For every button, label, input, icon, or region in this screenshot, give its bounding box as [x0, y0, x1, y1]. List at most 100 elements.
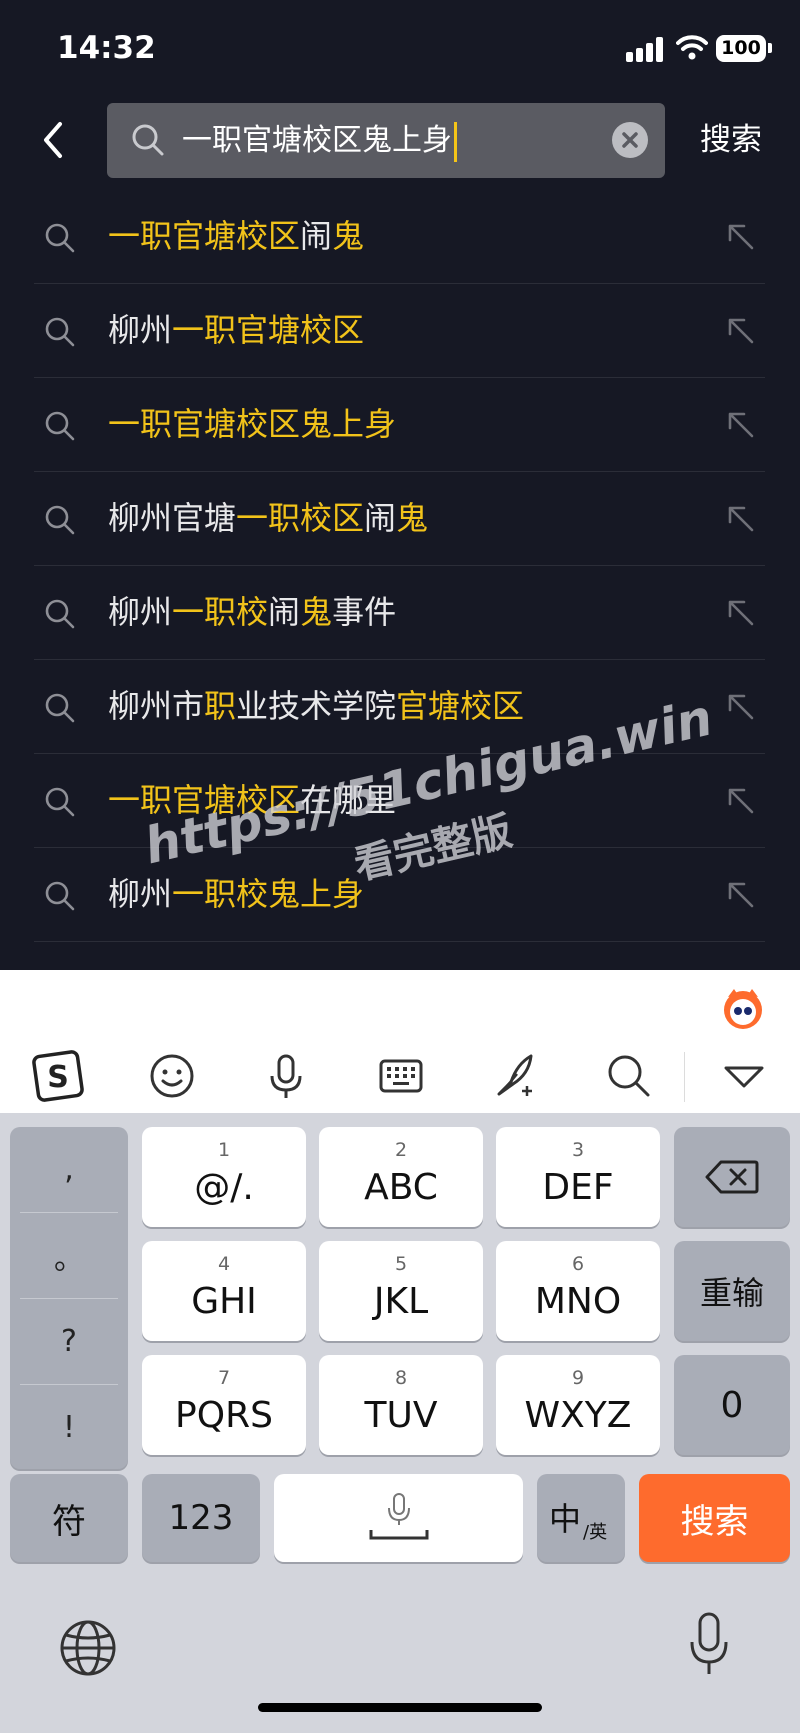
key-label: DEF [542, 1167, 614, 1208]
suggestion-highlight: 一职官塘校区 [108, 781, 301, 819]
wifi-icon [676, 35, 708, 60]
key-6[interactable]: 6 MNO [496, 1241, 660, 1341]
suggestion-item[interactable]: 柳州一职校闹鬼事件 [34, 566, 765, 660]
suggestion-text: 柳州一职官塘校区 [108, 284, 364, 377]
clear-button[interactable] [612, 122, 648, 158]
search-button[interactable]: 搜索 [700, 103, 762, 178]
suggestion-item[interactable]: 一职官塘校区在哪里 [34, 754, 765, 848]
suggestion-highlight: 鬼 [300, 593, 333, 631]
key-1[interactable]: 1 @/. [142, 1127, 306, 1227]
text-cursor [454, 121, 457, 162]
fill-query-arrow-icon[interactable] [726, 692, 756, 722]
fill-query-arrow-icon[interactable] [726, 880, 756, 910]
suggestion-highlight: 一职官塘校区 [172, 311, 365, 349]
handwriting-icon[interactable] [487, 1048, 543, 1104]
fill-query-arrow-icon[interactable] [726, 598, 756, 628]
suggestion-segment: 事件 [332, 593, 397, 631]
keyboard-toolbar: S [0, 970, 800, 1113]
suggestion-item[interactable]: 一职官塘校区鬼上身 [34, 378, 765, 472]
fill-query-arrow-icon[interactable] [726, 504, 756, 534]
reenter-key[interactable]: 重输 [674, 1241, 790, 1341]
key-7[interactable]: 7 PQRS [142, 1355, 306, 1455]
key-digit: 8 [394, 1367, 408, 1389]
punct-key-exclamation[interactable]: ! [10, 1385, 128, 1470]
suggestion-text: 柳州官塘一职校区闹鬼 [108, 472, 428, 565]
key-5[interactable]: 5 JKL [319, 1241, 483, 1341]
svg-text:S: S [47, 1060, 69, 1095]
key-3[interactable]: 3 DEF [496, 1127, 660, 1227]
key-label: MNO [534, 1281, 622, 1322]
key-label: @/. [194, 1167, 254, 1208]
symbols-key[interactable]: 符 [10, 1474, 128, 1562]
suggestion-highlight: 鬼 [332, 217, 365, 255]
key-0[interactable]: 0 [674, 1355, 790, 1455]
punct-key-period[interactable]: 。 [10, 1213, 128, 1298]
key-digit: 3 [571, 1139, 585, 1161]
reenter-label: 重输 [699, 1274, 764, 1312]
punct-key-comma[interactable]: , [10, 1127, 128, 1212]
back-chevron-icon[interactable] [38, 118, 68, 162]
suggestion-segment: 业技术学院 [236, 687, 397, 725]
suggestion-text: 一职官塘校区在哪里 [108, 754, 396, 847]
suggestion-segment: 柳州 [108, 593, 173, 631]
key-label: PQRS [175, 1395, 273, 1436]
key-digit: 7 [217, 1367, 231, 1389]
suggestion-highlight: 一职校区 [236, 499, 365, 537]
key-4[interactable]: 4 GHI [142, 1241, 306, 1341]
suggestion-text: 一职官塘校区鬼上身 [108, 378, 396, 471]
key-label: ABC [364, 1167, 438, 1208]
suggestion-segment: 柳州市 [108, 687, 205, 725]
search-icon [45, 317, 75, 347]
key-digit: 4 [217, 1253, 231, 1275]
language-switch-key[interactable]: 中 /英 [537, 1474, 625, 1562]
battery-indicator: 100 [716, 35, 766, 62]
key-2[interactable]: 2 ABC [319, 1127, 483, 1227]
punctuation-column: , 。 ? ! [10, 1127, 128, 1469]
suggestion-item[interactable]: 柳州官塘一职校区闹鬼 [34, 472, 765, 566]
key-digit: 5 [394, 1253, 408, 1275]
numbers-key[interactable]: 123 [142, 1474, 260, 1562]
fill-query-arrow-icon[interactable] [726, 786, 756, 816]
globe-icon[interactable] [58, 1618, 118, 1678]
space-key[interactable] [274, 1474, 523, 1562]
keyboard-search-key[interactable]: 搜索 [639, 1474, 790, 1562]
status-time: 14:32 [57, 30, 156, 66]
emoji-icon[interactable] [144, 1048, 200, 1104]
search-icon[interactable] [601, 1048, 657, 1104]
fill-query-arrow-icon[interactable] [726, 222, 756, 252]
punct-key-question[interactable]: ? [10, 1299, 128, 1384]
suggestion-highlight: 职 [204, 687, 237, 725]
home-indicator[interactable] [258, 1703, 542, 1712]
search-icon [45, 599, 75, 629]
collapse-icon[interactable] [716, 1048, 772, 1104]
suggestion-item[interactable]: 一职官塘校区闹鬼 [34, 190, 765, 284]
space-microphone-icon [369, 1493, 429, 1540]
search-icon [45, 505, 75, 535]
keyboard: S , 。 ? ! 1 @/. 2 ABC 3 DEF 4 GHI 5 JKL … [0, 970, 800, 1733]
suggestion-item[interactable]: 柳州市职业技术学院官塘校区 [34, 660, 765, 754]
keyboard-search-label: 搜索 [680, 1501, 749, 1542]
status-bar: 14:32 100 [0, 0, 800, 96]
key-label: GHI [191, 1281, 257, 1322]
search-query-text: 一职官塘校区鬼上身 [182, 123, 452, 158]
backspace-key[interactable] [674, 1127, 790, 1227]
sogou-logo-icon[interactable]: S [30, 1048, 86, 1104]
suggestion-highlight: 一职官塘校区鬼上身 [108, 405, 397, 443]
suggestion-text: 柳州一职校闹鬼事件 [108, 566, 396, 659]
key-9[interactable]: 9 WXYZ [496, 1355, 660, 1455]
fill-query-arrow-icon[interactable] [726, 316, 756, 346]
search-input[interactable]: 一职官塘校区鬼上身 [107, 103, 665, 178]
key-label: WXYZ [524, 1395, 632, 1436]
suggestion-segment: 柳州 [108, 311, 173, 349]
suggestion-item[interactable]: 柳州一职官塘校区 [34, 284, 765, 378]
key-8[interactable]: 8 TUV [319, 1355, 483, 1455]
dictation-microphone-icon[interactable] [684, 1610, 734, 1680]
mascot-icon[interactable] [720, 985, 766, 1031]
symbols-label: 符 [52, 1501, 86, 1542]
key-digit: 6 [571, 1253, 585, 1275]
keyboard-icon[interactable] [373, 1048, 429, 1104]
microphone-icon[interactable] [258, 1048, 314, 1104]
fill-query-arrow-icon[interactable] [726, 410, 756, 440]
suggestion-item[interactable]: 柳州一职校鬼上身 [34, 848, 765, 942]
toolbar-divider [684, 1052, 685, 1102]
